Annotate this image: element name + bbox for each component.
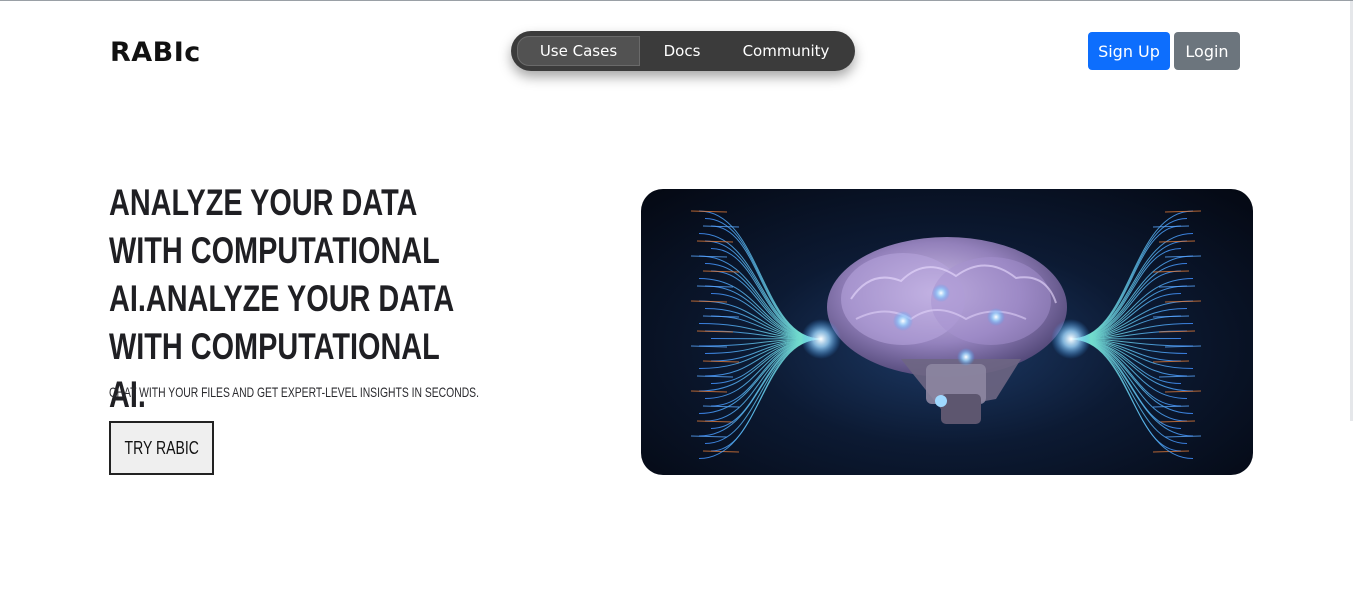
nav-community[interactable]: Community [724, 36, 848, 66]
try-rabic-label: TRY RABIC [124, 437, 199, 458]
ai-brain-illustration [641, 189, 1253, 475]
nav-docs[interactable]: Docs [640, 36, 724, 66]
hero-headline: ANALYZE YOUR DATA WITH COMPUTATIONAL AI.… [109, 182, 454, 415]
brand-logo[interactable]: RABIc [110, 37, 201, 68]
brain-network-graphic [690, 210, 1202, 459]
hero-subline: CHAT WITH YOUR FILES AND GET EXPERT-LEVE… [109, 384, 479, 400]
sign-up-button[interactable]: Sign Up [1088, 32, 1170, 70]
login-button[interactable]: Login [1174, 32, 1240, 70]
nav-use-cases[interactable]: Use Cases [517, 36, 640, 66]
brain-shape [827, 237, 1067, 424]
page: RABIc Use Cases Docs Community Sign Up L… [0, 0, 1353, 605]
main-nav: Use Cases Docs Community [511, 31, 855, 71]
try-rabic-button[interactable]: TRY RABIC [109, 421, 214, 475]
